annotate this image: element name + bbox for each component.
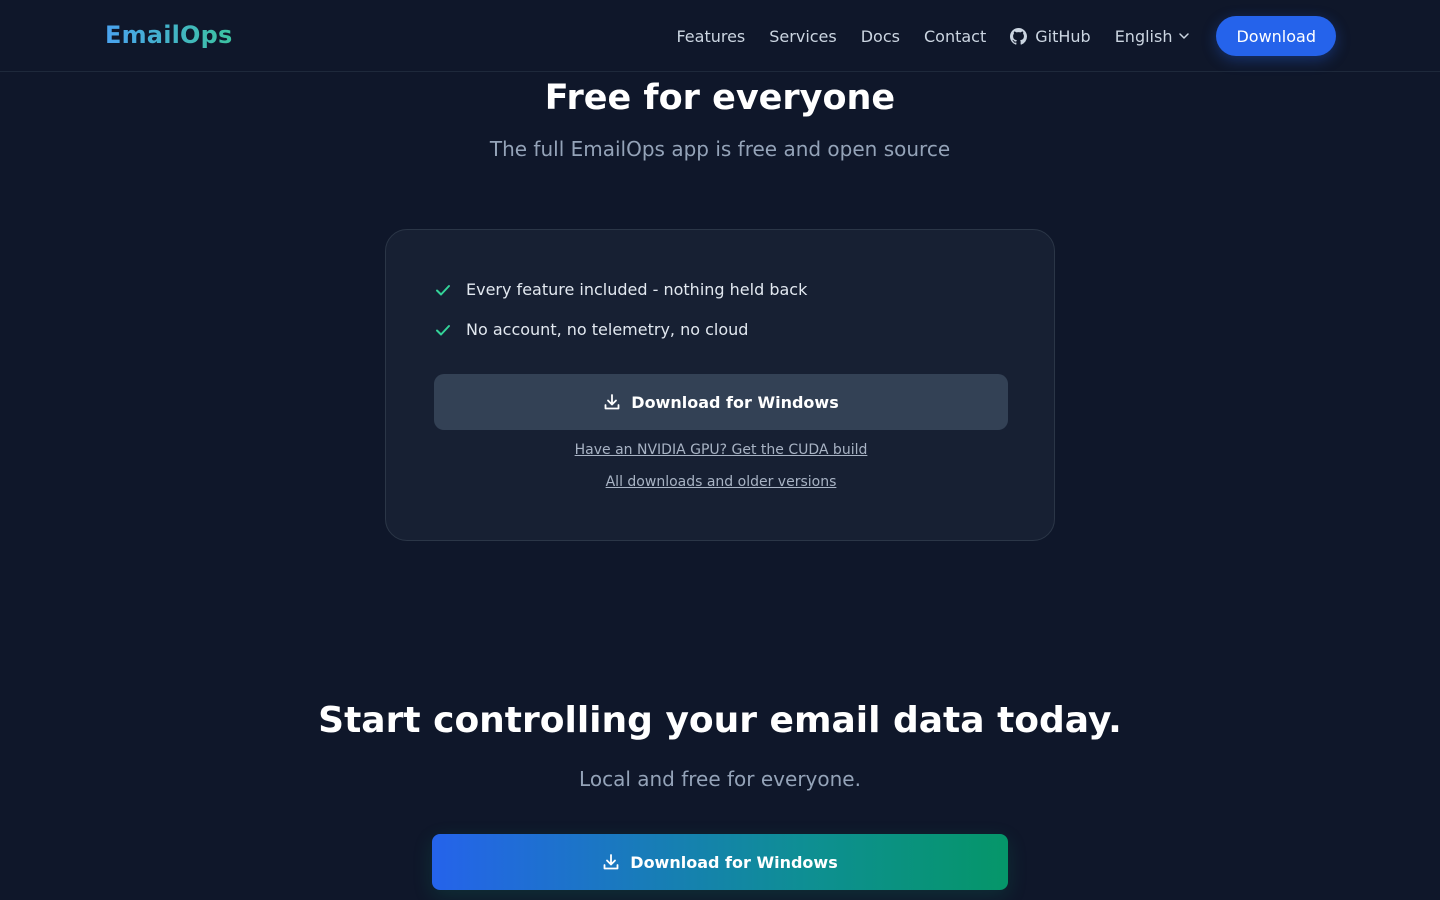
chevron-down-icon bbox=[1179, 33, 1190, 39]
check-icon bbox=[436, 284, 450, 295]
download-card: Every feature included - nothing held ba… bbox=[385, 229, 1055, 541]
nav-link-github[interactable]: GitHub bbox=[1010, 26, 1091, 46]
feature-item: No account, no telemetry, no cloud bbox=[434, 320, 748, 339]
download-windows-label: Download for Windows bbox=[631, 392, 839, 412]
language-label: English bbox=[1114, 26, 1173, 46]
pricing-title: Free for everyone bbox=[544, 78, 896, 118]
nav-links: Features Services Docs Contact GitHub En… bbox=[676, 16, 1336, 56]
cta-title: Start controlling your email data today. bbox=[318, 700, 1122, 741]
top-nav: EmailOps Features Services Docs Contact … bbox=[0, 0, 1440, 72]
pricing-subtitle: The full EmailOps app is free and open s… bbox=[489, 137, 951, 161]
github-label: GitHub bbox=[1035, 26, 1091, 46]
download-icon bbox=[603, 854, 619, 870]
language-select[interactable]: English bbox=[1115, 27, 1191, 46]
nav-link-contact[interactable]: Contact bbox=[924, 27, 986, 46]
cta-download-button[interactable]: Download for Windows bbox=[432, 834, 1008, 890]
download-icon bbox=[604, 394, 620, 410]
nav-link-services[interactable]: Services bbox=[769, 27, 836, 46]
cta-subtitle: Local and free for everyone. bbox=[579, 767, 861, 791]
nav-link-features[interactable]: Features bbox=[676, 27, 745, 46]
all-downloads-link[interactable]: All downloads and older versions bbox=[386, 474, 1056, 490]
cuda-build-link[interactable]: Have an NVIDIA GPU? Get the CUDA build bbox=[386, 442, 1056, 458]
download-windows-button[interactable]: Download for Windows bbox=[434, 374, 1008, 430]
check-icon bbox=[436, 324, 450, 335]
feature-text: No account, no telemetry, no cloud bbox=[466, 320, 749, 339]
github-icon bbox=[1010, 27, 1028, 45]
feature-text: Every feature included - nothing held ba… bbox=[466, 280, 808, 299]
nav-link-docs[interactable]: Docs bbox=[861, 27, 900, 46]
logo[interactable]: EmailOps bbox=[105, 21, 233, 49]
cta-download-label: Download for Windows bbox=[630, 852, 838, 872]
feature-item: Every feature included - nothing held ba… bbox=[434, 280, 807, 299]
nav-download-button[interactable]: Download bbox=[1216, 16, 1336, 56]
